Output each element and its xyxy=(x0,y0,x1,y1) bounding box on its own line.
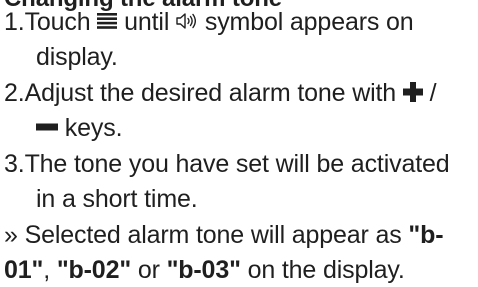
note-line-1: » Selected alarm tone will appear as "b- xyxy=(4,218,444,252)
note-line-2: 01", "b-02" or "b-03" on the display. xyxy=(4,253,405,287)
plus-key-icon xyxy=(402,82,423,103)
step-3-number: 3. xyxy=(4,150,25,178)
speaker-sound-icon xyxy=(176,12,198,30)
step-2-line-1: 2.Adjust the desired alarm tone with / xyxy=(4,76,437,110)
step-3-line-1: 3.The tone you have set will be activate… xyxy=(4,147,450,181)
note-separator: , xyxy=(43,256,51,284)
tone-code-b01-end: 01" xyxy=(4,256,44,284)
step-2-text-before: Adjust the desired alarm tone with xyxy=(24,79,397,107)
step-2-text-after: keys. xyxy=(64,114,123,142)
menu-lines-icon xyxy=(97,13,118,30)
step-3-line-2: in a short time. xyxy=(36,185,198,213)
step-2-separator: / xyxy=(429,79,437,107)
tone-code-b03: "b-03" xyxy=(166,256,241,284)
minus-key-icon xyxy=(36,123,58,131)
step-1-text-mid: until xyxy=(124,8,170,36)
step-1-text-before: Touch xyxy=(24,8,91,36)
step-1-number: 1. xyxy=(4,8,25,36)
step-2-line-2: keys. xyxy=(36,111,123,145)
step-3-text-1: The tone you have set will be activated xyxy=(24,150,450,178)
step-2-number: 2. xyxy=(4,79,25,107)
tone-code-b01-start: "b- xyxy=(408,221,444,249)
note-text-before: Selected alarm tone will appear as xyxy=(24,221,402,249)
step-1-line-1: 1.Touch until symbol appears on xyxy=(4,5,414,39)
tone-code-b02: "b-02" xyxy=(56,256,132,284)
step-1-text-after: symbol appears on xyxy=(204,8,414,36)
note-text-after: on the display. xyxy=(247,256,405,284)
note-marker: » xyxy=(4,221,18,249)
step-1-line-2: display. xyxy=(36,43,118,71)
note-or: or xyxy=(137,256,160,284)
